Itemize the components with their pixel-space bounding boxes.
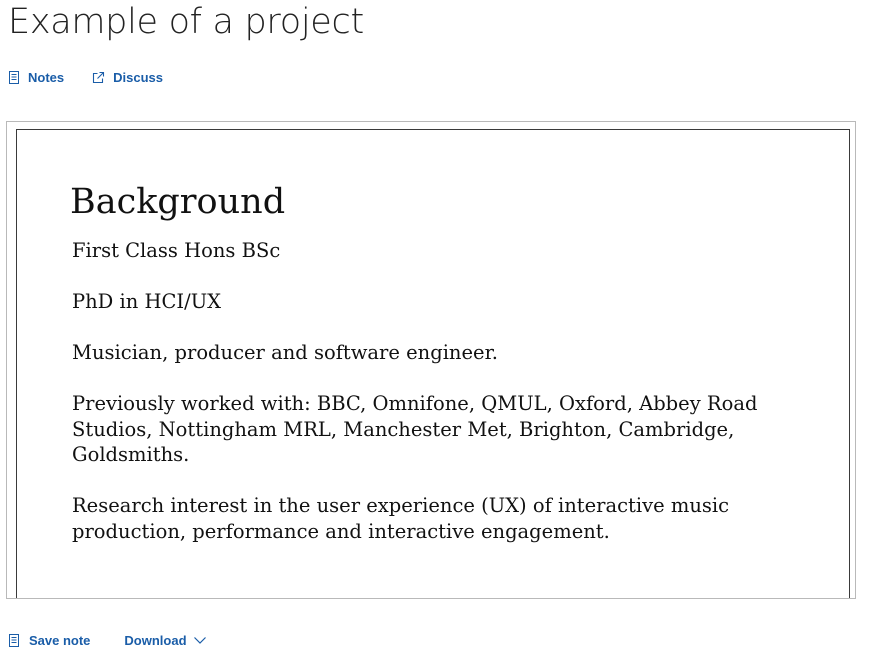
notes-label: Notes (28, 70, 65, 85)
slide-heading: Background (70, 182, 286, 222)
slide-paragraph: First Class Hons BSc (72, 239, 281, 262)
save-note-label: Save note (29, 633, 91, 648)
slide: Background First Class Hons BSc PhD in H… (16, 129, 850, 598)
notes-link[interactable]: Notes (8, 70, 64, 85)
discuss-link[interactable]: Discuss (92, 70, 163, 85)
slide-paragraph: Research interest in the user experience… (72, 494, 730, 543)
bottom-toolbar: Save note Download (8, 633, 207, 648)
slide-paragraph: Musician, producer and software engineer… (72, 341, 498, 364)
download-label: Download (124, 633, 187, 648)
notes-document-icon (8, 71, 20, 84)
slide-paragraph: PhD in HCI/UX (72, 290, 222, 313)
discuss-label: Discuss (113, 70, 163, 85)
slide-paragraph: Previously worked with: BBC, Omnifone, Q… (72, 392, 758, 466)
top-links: Notes Discuss (8, 70, 163, 85)
download-dropdown[interactable]: Download (124, 633, 206, 648)
page-title: Example of a project (8, 2, 364, 42)
save-note-button[interactable]: Save note (8, 633, 90, 648)
slide-body: First Class Hons BSc PhD in HCI/UX Music… (72, 238, 812, 570)
document-icon (8, 634, 20, 647)
chevron-down-icon (193, 636, 207, 645)
slide-viewer: Background First Class Hons BSc PhD in H… (6, 121, 856, 599)
external-link-icon (92, 71, 105, 84)
